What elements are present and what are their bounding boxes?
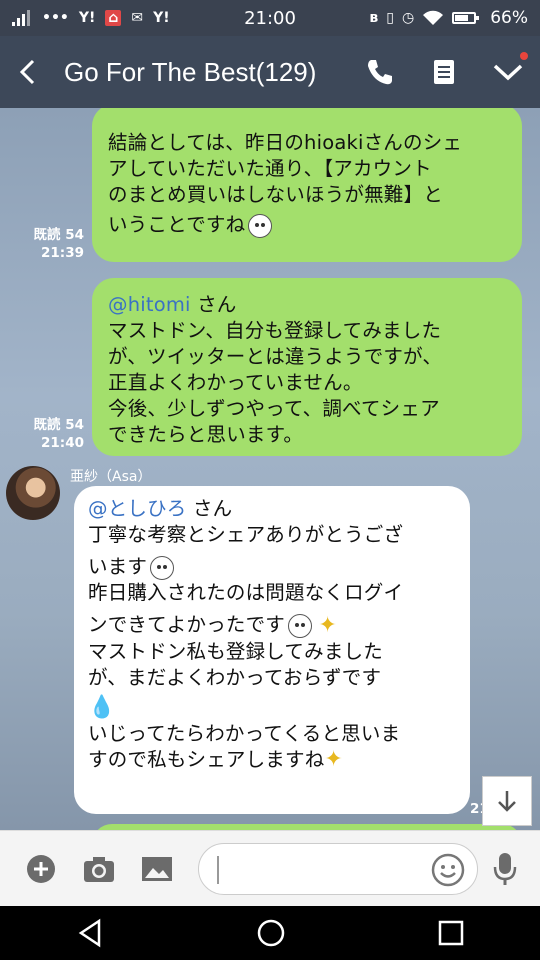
- more-dots-icon: •••: [42, 10, 69, 26]
- yahoo-icon: Y!: [153, 10, 170, 26]
- chat-header: Go For The Best(129): [0, 36, 540, 108]
- chat-messages[interactable]: 結論としては、昨日のhioakiさんのシェ アしていただいた通り、【アカウント …: [0, 108, 540, 830]
- chevron-down-icon: [493, 64, 523, 81]
- emoji-icon: [150, 555, 175, 580]
- text-cursor: [217, 856, 219, 884]
- camera-button[interactable]: [70, 831, 128, 907]
- mail-icon: ✉: [131, 10, 144, 26]
- battery-icon: [452, 12, 480, 24]
- sparkle-icon: ✦: [318, 612, 338, 638]
- vibrate-icon: ▯: [386, 10, 394, 26]
- message-line: いじってたらわかってくると思いま: [88, 721, 401, 745]
- message-line: 今後、少しずつやって、調べてシェア: [108, 397, 440, 420]
- chat-title: Go For The Best(129): [64, 56, 317, 87]
- camera-icon: [84, 856, 114, 882]
- nav-recents-icon[interactable]: [437, 919, 465, 947]
- wifi-icon: [423, 10, 444, 25]
- back-icon: [19, 59, 35, 85]
- message-line: すので私もシェアしますね✦: [88, 747, 456, 774]
- status-system: ʙ ▯ ◷ 66%: [369, 8, 528, 28]
- nav-back-icon[interactable]: [75, 918, 105, 948]
- bluetooth-icon: ʙ: [369, 10, 379, 26]
- emoji-button[interactable]: [431, 853, 465, 891]
- image-icon: [142, 856, 172, 881]
- message-line: います: [88, 554, 456, 580]
- message-line: 💧: [88, 695, 456, 721]
- message-line: マストドン私も登録してみました: [88, 639, 383, 663]
- message-meta: 既読 54 21:39: [20, 226, 85, 262]
- message-text: ンできてよかったです: [88, 613, 286, 636]
- emoji-icon: [431, 853, 465, 887]
- sweat-drops-icon: 💧: [88, 694, 116, 720]
- read-receipt: 既読 54: [33, 417, 85, 433]
- microphone-icon: [493, 852, 517, 885]
- yahoo-icon: Y!: [78, 10, 96, 26]
- message-bubble-outgoing[interactable]: @hitomi さん マストドン、自分も登録してみました が、ツイッターとは違う…: [92, 278, 522, 456]
- menu-button[interactable]: [476, 36, 540, 108]
- notes-icon: [434, 60, 454, 84]
- add-icon: [27, 854, 55, 883]
- arrow-down-icon: [498, 791, 516, 812]
- sparkle-icon: ✦: [324, 747, 344, 772]
- status-notifications: ••• Y! ⌂ ✉ Y!: [12, 10, 369, 26]
- battery-level: 66%: [490, 8, 528, 28]
- message-line: ンできてよかったです ✦: [88, 612, 456, 639]
- message-line: 結論としては、昨日のhioakiさんのシェ: [108, 131, 463, 154]
- voice-button[interactable]: [476, 831, 534, 907]
- message-meta: 既読 54 21:40: [20, 416, 85, 452]
- nav-home-icon[interactable]: [256, 918, 286, 948]
- message-line: いうことですね: [108, 212, 506, 238]
- system-nav-bar: [0, 906, 540, 960]
- message-text: いうことですね: [108, 213, 246, 236]
- notes-button[interactable]: [412, 36, 476, 108]
- message-bubble-outgoing[interactable]: 結論としては、昨日のhioakiさんのシェ アしていただいた通り、【アカウント …: [92, 108, 522, 262]
- message-line: 丁寧な考察とシェアありがとうござ: [88, 523, 404, 546]
- phone-icon: [368, 60, 392, 85]
- timestamp: 21:39: [41, 245, 84, 261]
- mention-suffix: さん: [186, 497, 233, 520]
- message-input[interactable]: [198, 843, 478, 895]
- emoji-icon: [288, 613, 313, 638]
- message-line: アしていただいた通り、【アカウント: [108, 157, 432, 180]
- add-button[interactable]: [12, 831, 70, 907]
- mention[interactable]: @hitomi: [108, 293, 191, 316]
- message-line: マストドン、自分も登録してみました: [108, 319, 442, 342]
- message-text: います: [88, 555, 148, 578]
- message-line: @hitomi さん: [108, 292, 506, 318]
- call-button[interactable]: [348, 36, 412, 108]
- message-line: 正直よくわかっていません。: [108, 371, 363, 394]
- image-button[interactable]: [128, 831, 186, 907]
- alarm-icon: ◷: [401, 10, 415, 26]
- emoji-icon: [248, 213, 273, 238]
- mention[interactable]: @としひろ: [88, 497, 187, 520]
- scroll-to-bottom-button[interactable]: [482, 776, 532, 826]
- message-input-bar: [0, 830, 540, 906]
- status-bar: ••• Y! ⌂ ✉ Y! 21:00 ʙ ▯ ◷ 66%: [0, 0, 540, 36]
- message-line: できたらと思います。: [108, 423, 304, 446]
- avatar[interactable]: [6, 466, 60, 520]
- message-line: 昨日購入されたのは問題なくログイ: [88, 581, 404, 604]
- signal-icon: [12, 10, 32, 26]
- message-line: のまとめ買いはしないほうが無難】と: [108, 183, 443, 206]
- sender-name: 亜紗（Asa）: [70, 469, 152, 485]
- shopping-icon: ⌂: [105, 10, 122, 26]
- back-button[interactable]: [0, 36, 56, 108]
- message-line: が、まだよくわかっておらずです: [88, 665, 382, 689]
- message-text: すので私もシェアしますね: [88, 747, 325, 771]
- message-line: @としひろ さん: [88, 496, 456, 522]
- mention-suffix: さん: [190, 293, 237, 316]
- message-bubble-incoming[interactable]: @としひろ さん 丁寧な考察とシェアありがとうござ います 昨日購入されたのは問…: [74, 486, 470, 814]
- message-line: が、ツイッターとは違うようですが、: [108, 345, 443, 368]
- timestamp: 21:40: [41, 435, 84, 451]
- notification-dot: [520, 52, 528, 60]
- read-receipt: 既読 54: [33, 227, 85, 243]
